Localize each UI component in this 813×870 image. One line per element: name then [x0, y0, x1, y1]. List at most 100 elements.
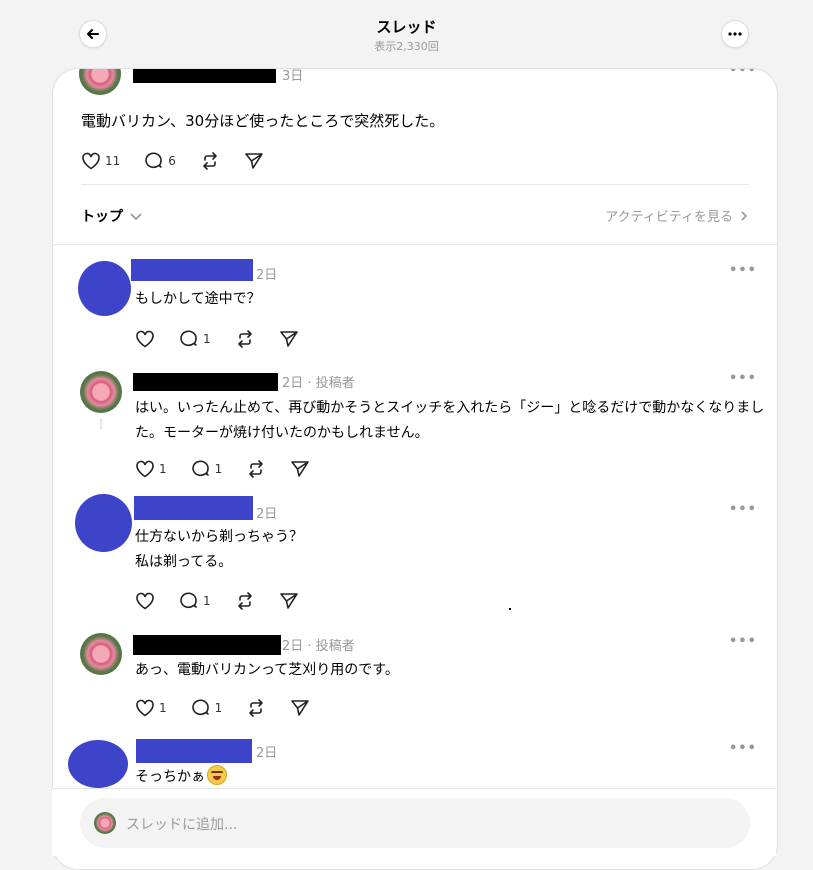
sort-dropdown[interactable]: トップ [81, 206, 143, 226]
avatar [94, 812, 116, 834]
share-button[interactable] [244, 152, 264, 170]
reply-text-content: そっちかぁ [135, 769, 205, 785]
redacted-username [136, 739, 252, 763]
like-button[interactable]: 1 [135, 699, 167, 717]
share-button[interactable] [290, 699, 310, 717]
reply-time: 2日 [256, 746, 278, 761]
sort-label: トップ [81, 209, 123, 225]
reply-text-line-2: た。モーターが焼け付いたのかもしれません。 [135, 425, 429, 441]
comment-button[interactable]: 6 [144, 152, 176, 170]
redacted-username [131, 259, 253, 281]
reply-time: 2日 · 投稿者 [282, 376, 355, 391]
repost-icon [249, 460, 264, 478]
like-button[interactable]: 11 [81, 152, 120, 170]
repost-icon [249, 699, 264, 717]
redacted-username [134, 496, 253, 520]
send-icon [279, 593, 298, 609]
post-actions: 11 6 [81, 151, 288, 171]
reply-text-line-2: 私は剃ってる。 [135, 554, 233, 570]
more-options-icon[interactable]: ••• [729, 371, 757, 386]
share-button[interactable] [279, 592, 299, 610]
reply-text: もしかして途中で？ [135, 291, 261, 307]
repost-icon [237, 330, 252, 348]
like-button[interactable]: 1 [135, 460, 167, 478]
redacted-username [133, 635, 281, 655]
comment-icon [191, 460, 209, 477]
reply-actions: 1 1 [135, 459, 334, 479]
reply-text-line-1: はい。いったん止めて、再び動かそうとスイッチを入れたら「ジー」と唸るだけで動かな… [135, 400, 765, 416]
more-options-icon[interactable]: ••• [729, 634, 757, 649]
divider [81, 184, 749, 185]
reply-time: 2日 [256, 268, 278, 283]
more-options-icon[interactable]: ••• [729, 502, 757, 517]
repost-button[interactable] [235, 330, 255, 348]
comment-button[interactable]: 1 [179, 592, 211, 610]
repost-button[interactable] [246, 460, 266, 478]
more-options-icon[interactable]: ••• [729, 741, 757, 756]
comment-button[interactable]: 1 [179, 330, 211, 348]
activity-label: アクティビティを見る [605, 210, 733, 225]
send-icon [279, 331, 298, 347]
redacted-username [133, 373, 278, 391]
reply-time: 2日 · 投稿者 [282, 639, 355, 654]
composer-placeholder: スレッドに追加... [126, 817, 238, 833]
comment-icon [180, 592, 197, 609]
more-options-button[interactable] [721, 20, 749, 48]
reply-actions: 1 [135, 591, 323, 611]
redacted-username [133, 69, 276, 83]
like-count: 1 [159, 701, 167, 715]
page-title: スレッド [376, 18, 437, 36]
comment-button[interactable]: 1 [191, 699, 223, 717]
post-time: 3日 [282, 69, 304, 84]
comment-count: 1 [203, 332, 211, 346]
comment-count: 1 [214, 462, 223, 476]
like-button[interactable] [135, 330, 155, 348]
comment-icon [145, 152, 163, 169]
heart-icon [136, 592, 154, 610]
avatar[interactable] [80, 371, 122, 413]
avatar[interactable] [80, 633, 122, 675]
avatar[interactable] [78, 261, 131, 316]
reply-text-line-1: 仕方ないから剃っちゃう？ [135, 529, 303, 545]
avatar[interactable] [75, 494, 132, 552]
share-button[interactable] [279, 330, 299, 348]
more-horizontal-icon [728, 32, 742, 36]
send-icon [291, 461, 310, 477]
avatar[interactable] [79, 69, 121, 95]
repost-button[interactable] [200, 152, 220, 170]
repost-icon [237, 592, 252, 610]
add-to-thread-input[interactable]: スレッドに追加... [80, 798, 750, 848]
view-activity-link[interactable]: アクティビティを見る [605, 206, 749, 225]
reply-actions: 1 [135, 329, 323, 349]
more-options-icon[interactable]: ••• [729, 69, 757, 78]
comment-count: 1 [203, 594, 211, 608]
send-icon [291, 700, 310, 716]
repost-button[interactable] [235, 592, 255, 610]
like-button[interactable] [135, 592, 155, 610]
reply-text: あっ、電動バリカンって芝刈り用のです。 [135, 662, 399, 678]
chevron-right-icon [741, 210, 748, 221]
speck [509, 608, 511, 610]
comment-count: 6 [168, 154, 176, 168]
reply-time: 2日 [256, 507, 278, 522]
comment-icon [191, 699, 209, 716]
send-icon [245, 153, 263, 169]
like-count: 11 [105, 154, 121, 168]
share-button[interactable] [290, 460, 310, 478]
view-count: 表示2,330回 [374, 40, 439, 53]
reply-text: そっちかぁ [135, 765, 227, 789]
top-bar: スレッド 表示2,330回 [0, 0, 813, 62]
avatar[interactable] [68, 740, 128, 788]
heart-icon [136, 330, 154, 348]
more-options-icon[interactable]: ••• [729, 263, 757, 278]
heart-icon [136, 460, 154, 478]
comment-button[interactable]: 1 [191, 460, 223, 478]
repost-button[interactable] [246, 699, 266, 717]
laughing-emoji-icon [207, 765, 227, 785]
thread-line [100, 419, 102, 429]
heart-icon [136, 699, 154, 717]
divider [53, 244, 777, 245]
comment-count: 1 [214, 701, 223, 715]
repost-icon [203, 152, 217, 170]
heart-icon [82, 152, 100, 170]
